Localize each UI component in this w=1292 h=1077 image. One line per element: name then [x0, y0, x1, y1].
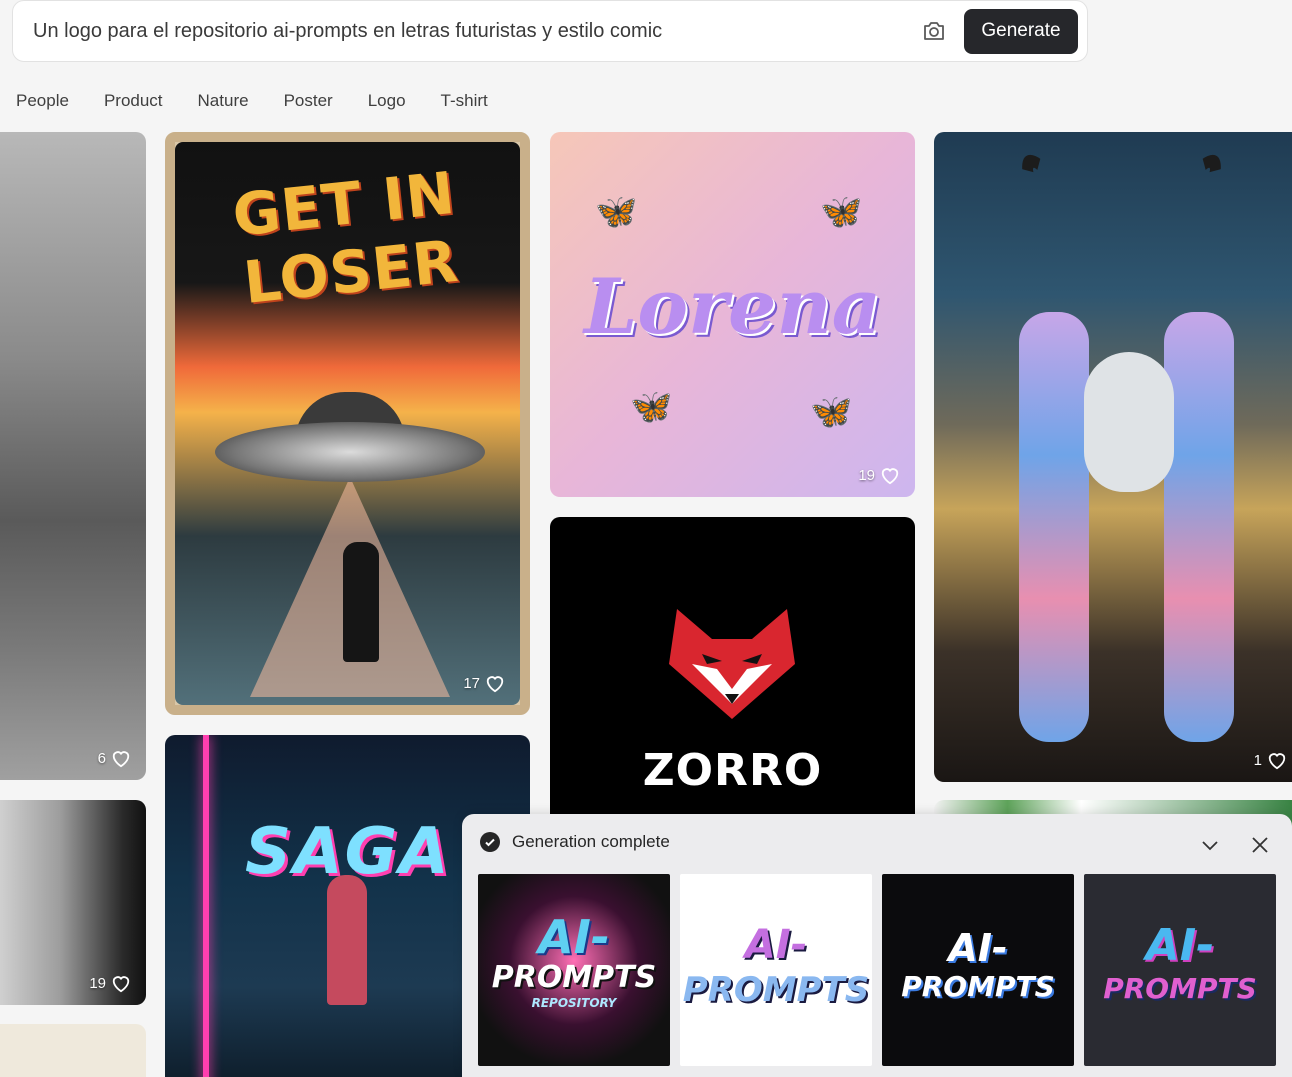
gallery-card-get-in-loser[interactable]: GET IN LOSER 17 [165, 132, 530, 715]
braid-shape [1164, 312, 1234, 742]
category-product[interactable]: Product [104, 88, 163, 114]
horn-shape [1134, 145, 1234, 279]
ufo-shape [215, 422, 485, 482]
skull-face [1084, 352, 1174, 492]
logo-line-3: REPOSITORY [531, 996, 617, 1010]
result-thumbnail[interactable]: AI- PROMPTS [882, 874, 1074, 1066]
butterfly-icon: 🦋 [630, 388, 673, 426]
gallery-card-portrait[interactable]: 19 [0, 800, 146, 1005]
figure-coat [327, 875, 367, 1005]
like-count[interactable]: 19 [858, 465, 901, 485]
butterfly-icon: 🦋 [595, 193, 638, 231]
category-nature[interactable]: Nature [198, 88, 249, 114]
butterfly-icon: 🦋 [810, 393, 853, 431]
like-count[interactable]: 6 [98, 748, 132, 768]
generate-button[interactable]: Generate [964, 8, 1078, 54]
heart-icon [112, 751, 130, 768]
logo-line-2: PROMPTS [901, 970, 1055, 1003]
category-logo[interactable]: Logo [368, 88, 406, 114]
zorro-title: ZORRO [642, 745, 823, 796]
poster-art: GET IN LOSER [175, 142, 520, 705]
fox-icon [669, 609, 795, 719]
gallery-card-zorro[interactable]: ZORRO [550, 517, 915, 827]
like-count[interactable]: 17 [463, 673, 506, 693]
chevron-down-icon[interactable] [1198, 833, 1222, 857]
heart-icon [1268, 753, 1286, 770]
standing-figure [343, 542, 379, 662]
like-count[interactable]: 1 [1254, 750, 1288, 770]
gallery-card-ruined-city[interactable]: 6 [0, 132, 146, 780]
camera-icon[interactable] [914, 11, 954, 51]
like-count[interactable]: 19 [89, 973, 132, 993]
logo-line-2: PROMPTS [491, 960, 657, 995]
result-thumbnail[interactable]: AI- PROMPTS [680, 874, 872, 1066]
horn-shape [1009, 145, 1109, 279]
category-poster[interactable]: Poster [284, 88, 333, 114]
logo-line-1: AI- [1145, 920, 1215, 971]
heart-icon [112, 976, 130, 993]
poster-title: GET IN LOSER [229, 158, 462, 317]
category-tabs: People Product Nature Poster Logo T-shir… [16, 88, 523, 114]
gallery-card-partial[interactable] [0, 1024, 146, 1077]
result-thumbnail[interactable]: AI- PROMPTS [1084, 874, 1276, 1066]
generation-status: Generation complete [512, 832, 670, 851]
prompt-bar: Generate [12, 0, 1088, 62]
logo-line-1: AI- [744, 922, 808, 968]
generation-results: AI- PROMPTS REPOSITORY AI- PROMPTS AI- P… [478, 874, 1276, 1066]
logo-line-2: PROMPTS [682, 970, 870, 1010]
category-people[interactable]: People [16, 88, 69, 114]
neon-strip [203, 735, 209, 1077]
heart-icon [881, 468, 899, 485]
generation-panel: Generation complete AI- PROMPTS REPOSITO… [462, 814, 1292, 1077]
heart-icon [486, 676, 504, 693]
result-thumbnail[interactable]: AI- PROMPTS REPOSITORY [478, 874, 670, 1066]
close-icon[interactable] [1248, 833, 1272, 857]
logo-line-1: AI- [948, 926, 1008, 970]
logo-line-2: PROMPTS [1103, 972, 1257, 1005]
gallery-card-demon-woman[interactable]: 1 [934, 132, 1292, 782]
logo-line-1: AI- [538, 910, 610, 964]
generation-header: Generation complete [480, 832, 670, 852]
braid-shape [1019, 312, 1089, 742]
check-circle-icon [480, 832, 500, 852]
lorena-title: Lorena [583, 262, 882, 351]
category-tshirt[interactable]: T-shirt [441, 88, 488, 114]
butterfly-icon: 🦋 [820, 193, 863, 231]
prompt-input[interactable] [13, 1, 914, 61]
gallery-card-lorena[interactable]: 🦋 🦋 🦋 🦋 Lorena 19 [550, 132, 915, 497]
